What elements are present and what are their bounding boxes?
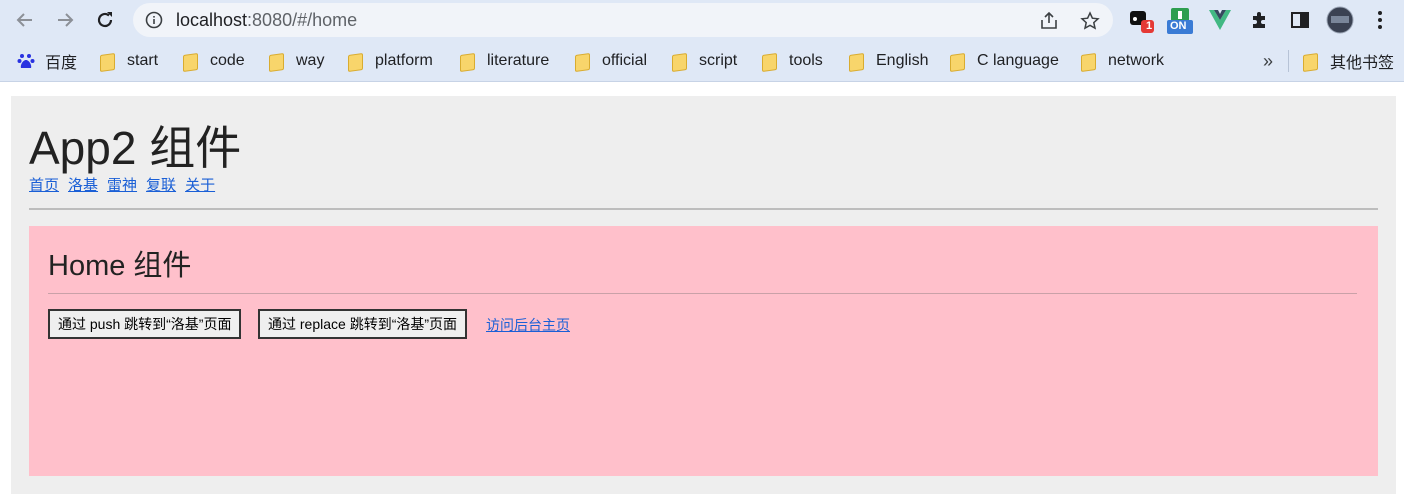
app-divider: [29, 208, 1378, 210]
bookmark-label: script: [699, 52, 738, 69]
vue-icon: [1209, 10, 1231, 30]
arrow-left-icon: [16, 13, 32, 27]
extensions-button[interactable]: [1246, 6, 1274, 34]
folder-icon: [268, 52, 284, 70]
folder-icon: [1302, 52, 1318, 70]
chevron-double-right-icon: »: [1263, 50, 1274, 71]
reload-button[interactable]: [93, 8, 117, 32]
forward-button[interactable]: [53, 8, 77, 32]
baidu-icon: [17, 54, 35, 68]
extension-1-button[interactable]: 1: [1127, 6, 1155, 34]
replace-to-loki-button[interactable]: 通过 replace 跳转到“洛基”页面: [258, 309, 468, 339]
menu-button[interactable]: [1366, 6, 1394, 34]
info-icon[interactable]: [145, 11, 163, 29]
avatar: [1326, 6, 1354, 34]
bookmark-literature[interactable]: literature: [459, 50, 549, 72]
profile-button[interactable]: [1326, 6, 1354, 34]
extension-1-badge: 1: [1146, 20, 1153, 32]
other-bookmarks[interactable]: 其他书签: [1302, 50, 1394, 72]
bookmark-tools[interactable]: tools: [761, 50, 823, 72]
bookmark-label: start: [127, 52, 159, 69]
home-title: Home 组件: [48, 250, 192, 282]
share-icon[interactable]: [1039, 11, 1059, 31]
extension-2-button[interactable]: ON: [1166, 6, 1194, 34]
bookmark-english[interactable]: English: [848, 50, 928, 72]
bookmark-label: platform: [375, 52, 433, 69]
app2-container: App2 组件 首页 洛基 雷神 复联 关于 Home 组件 通过 push 跳转到“洛…: [11, 96, 1396, 494]
nav-link-avengers[interactable]: 复联: [146, 177, 176, 194]
bookmark-label: English: [876, 52, 929, 69]
folder-icon: [949, 52, 965, 70]
folder-icon: [459, 52, 475, 70]
kebab-menu-icon: [1378, 11, 1382, 29]
bookmark-label: code: [210, 52, 245, 69]
bookmark-way[interactable]: way: [268, 50, 324, 72]
home-component: Home 组件 通过 push 跳转到“洛基”页面 通过 replace 跳转到…: [29, 226, 1378, 476]
url-text[interactable]: localhost:8080/#/home: [176, 10, 357, 31]
back-button[interactable]: [13, 8, 37, 32]
admin-home-link[interactable]: 访问后台主页: [486, 315, 570, 335]
bookmark-official[interactable]: official: [574, 50, 647, 72]
nav-link-about[interactable]: 关于: [185, 177, 215, 194]
address-bar[interactable]: localhost:8080/#/home: [133, 3, 1113, 37]
bookmark-label: 其他书签: [1330, 55, 1395, 72]
url-path: :8080/#/home: [247, 10, 358, 30]
side-panel-button[interactable]: [1286, 6, 1314, 34]
url-host: localhost: [176, 10, 248, 30]
bookmark-label: way: [296, 52, 325, 69]
vue-devtools-button[interactable]: [1206, 6, 1234, 34]
extension-2-badge: ON: [1170, 20, 1187, 32]
bookmark-label: tools: [789, 52, 823, 69]
puzzle-icon: [1253, 12, 1265, 28]
folder-icon: [347, 52, 363, 70]
push-to-loki-button[interactable]: 通过 push 跳转到“洛基”页面: [48, 309, 242, 339]
folder-icon: [671, 52, 687, 70]
folder-icon: [574, 52, 590, 70]
folder-icon: [1080, 52, 1096, 70]
bookmark-code[interactable]: code: [182, 50, 245, 72]
folder-icon: [848, 52, 864, 70]
star-icon[interactable]: [1080, 11, 1100, 31]
bookmark-start[interactable]: start: [99, 50, 158, 72]
folder-icon: [99, 52, 115, 70]
app-nav: 首页 洛基 雷神 复联 关于: [29, 174, 224, 195]
bookmarks-bar: 百度 start code way platform literature of…: [0, 40, 1404, 82]
bookmark-network[interactable]: network: [1080, 50, 1164, 72]
bookmark-platform[interactable]: platform: [347, 50, 433, 72]
side-panel-icon: [1291, 12, 1309, 28]
bookmark-script[interactable]: script: [671, 50, 737, 72]
bookmark-label: network: [1108, 52, 1165, 69]
reload-icon: [97, 12, 113, 28]
bookmark-baidu[interactable]: 百度: [17, 50, 77, 72]
folder-icon: [182, 52, 198, 70]
bookmark-label: 百度: [45, 55, 78, 72]
app-title: App2 组件: [29, 122, 242, 174]
home-divider: [48, 293, 1357, 294]
folder-icon: [761, 52, 777, 70]
bookmark-label: official: [602, 52, 648, 69]
bookmark-label: C language: [977, 52, 1059, 69]
browser-toolbar: localhost:8080/#/home 1 ON: [0, 0, 1404, 40]
bookmark-label: literature: [487, 52, 550, 69]
nav-link-home[interactable]: 首页: [29, 177, 59, 194]
nav-link-loki[interactable]: 洛基: [68, 177, 98, 194]
nav-link-thor[interactable]: 雷神: [107, 177, 137, 194]
more-bookmarks-button[interactable]: »: [1263, 50, 1273, 72]
arrow-right-icon: [58, 13, 74, 27]
bookmark-c-language[interactable]: C language: [949, 50, 1059, 72]
bookmarks-separator: [1288, 50, 1289, 72]
